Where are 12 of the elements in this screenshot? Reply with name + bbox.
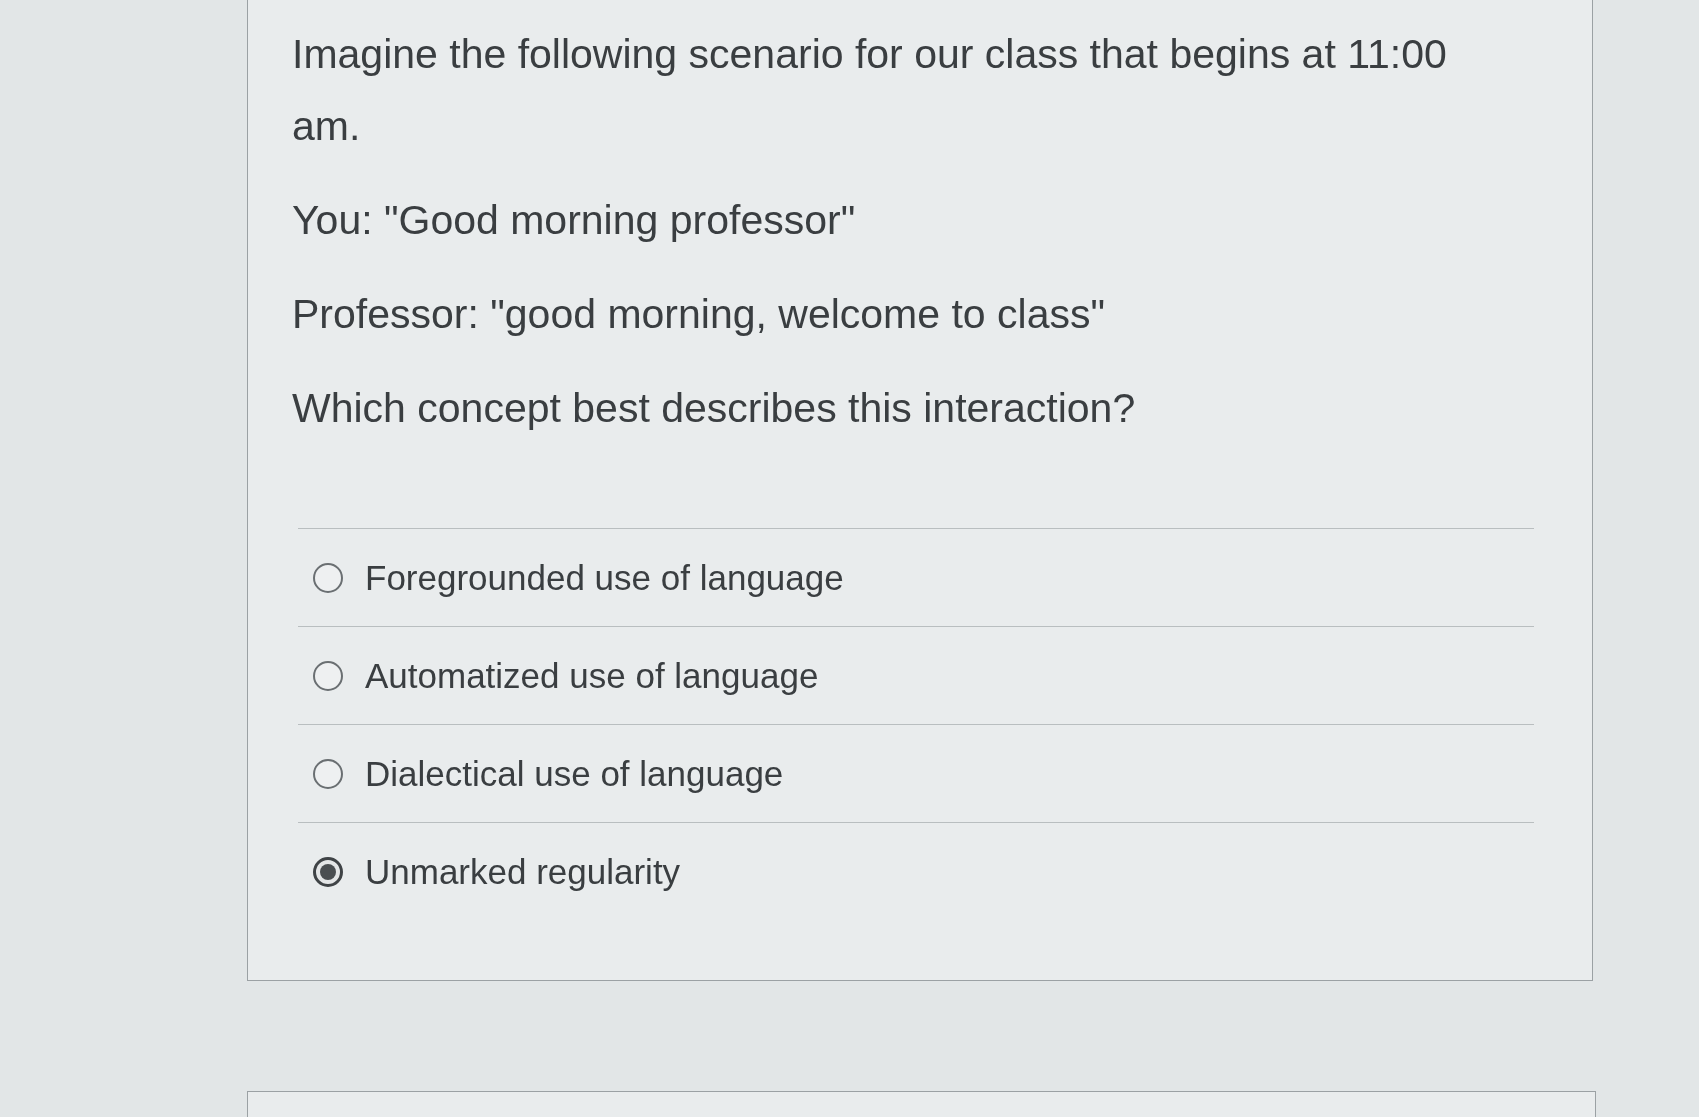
option-label[interactable]: Dialectical use of language [365, 752, 784, 795]
radio-button[interactable] [313, 856, 343, 887]
radio-button[interactable] [313, 660, 343, 691]
option-label[interactable]: Automatized use of language [365, 654, 819, 697]
question-text: Professor: "good morning, welcome to class" [292, 290, 1106, 339]
option-label[interactable]: Foregrounded use of language [365, 556, 844, 599]
question-text: You: "Good morning professor" [292, 196, 857, 245]
question-text: Which concept best describes this interaction? [292, 384, 1137, 433]
radio-button[interactable] [313, 758, 343, 789]
radio-button[interactable] [313, 562, 343, 593]
option-label[interactable]: Unmarked regularity [365, 850, 681, 893]
question-text: Imagine the following scenario for our class that begins at 11:00 am. [292, 30, 1448, 151]
